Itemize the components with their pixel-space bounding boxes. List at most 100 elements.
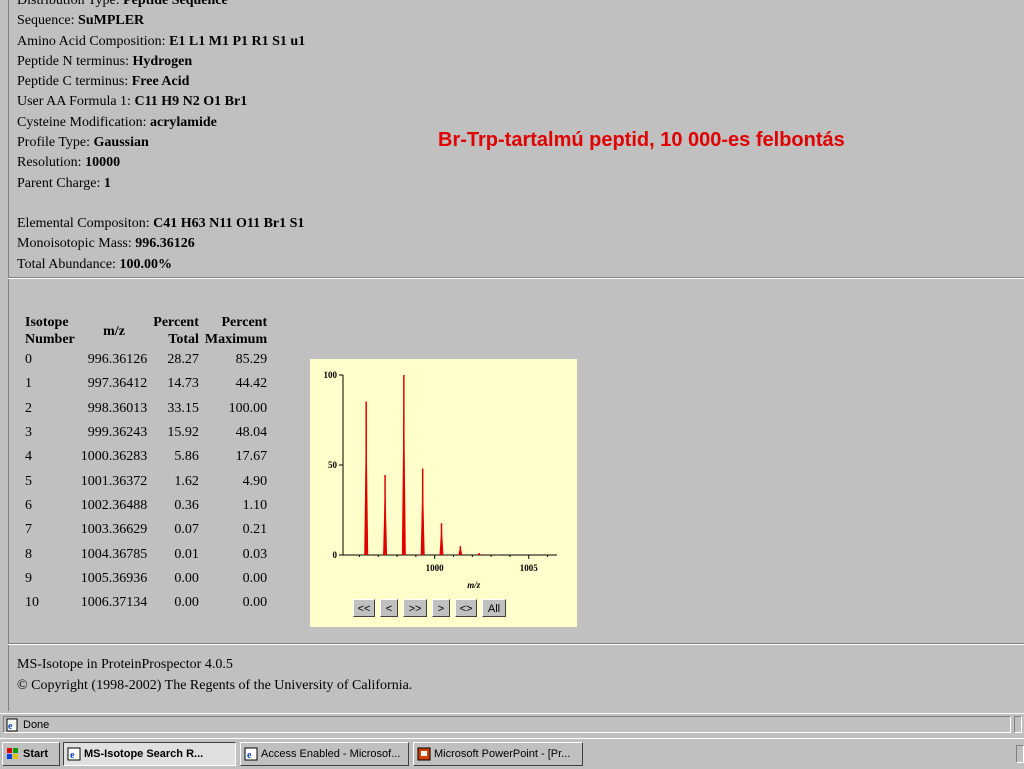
table-cell: 0.03: [202, 542, 270, 566]
table-cell: 1002.36488: [78, 494, 151, 518]
x-axis-label: m/z: [467, 580, 481, 590]
summary-value: 996.36126: [135, 236, 195, 251]
param-label: Profile Type:: [17, 135, 94, 150]
taskbar-button-label: MS-Isotope Search R...: [84, 748, 203, 760]
taskbar-button-label: Access Enabled - Microsof...: [261, 748, 400, 760]
start-button[interactable]: Start: [2, 742, 60, 766]
summary-value: 100.00%: [119, 257, 172, 272]
table-cell: 0.07: [150, 518, 202, 542]
table-row: 91005.369360.000.00: [22, 567, 270, 591]
param-label: Distribution Type:: [17, 0, 123, 8]
table-cell: 997.36412: [78, 372, 151, 396]
chart-nav-button[interactable]: >>: [403, 599, 427, 617]
table-cell: 28.27: [150, 348, 202, 372]
table-cell: 4: [22, 445, 78, 469]
page-done-icon: e: [6, 718, 20, 732]
param-line: Sequence: SuMPLER: [17, 11, 305, 31]
table-cell: 1.62: [150, 469, 202, 493]
chart-nav-buttons: <<<>>><>All: [353, 599, 506, 617]
param-value: Gaussian: [94, 135, 149, 150]
table-cell: 0.00: [202, 567, 270, 591]
param-value: 1: [104, 176, 111, 191]
isotope-chart: 05010010001005m/z <<<>>><>All: [310, 359, 577, 627]
param-line: Distribution Type: Peptide Sequence: [17, 0, 305, 11]
column-header-text: m/z: [103, 324, 125, 339]
table-row: 3999.3624315.9248.04: [22, 421, 270, 445]
param-line: Profile Type: Gaussian: [17, 133, 305, 153]
status-bar: e Done: [0, 713, 1024, 736]
column-header: PercentTotal: [150, 314, 202, 348]
chart-nav-button[interactable]: All: [482, 599, 506, 617]
table-row: 71003.366290.070.21: [22, 518, 270, 542]
status-panel-secondary: [1014, 716, 1022, 733]
table-cell: 6: [22, 494, 78, 518]
table-cell: 1000.36283: [78, 445, 151, 469]
table-cell: 998.36013: [78, 397, 151, 421]
x-tick-label: 1005: [520, 563, 539, 573]
column-header-text: Percent: [153, 315, 199, 330]
table-cell: 1.10: [202, 494, 270, 518]
taskbar-button[interactable]: Microsoft PowerPoint - [Pr...: [413, 742, 583, 766]
param-label: Peptide N terminus:: [17, 54, 133, 69]
parameter-list: Distribution Type: Peptide SequenceSeque…: [17, 0, 305, 275]
table-cell: 0.00: [202, 591, 270, 615]
table-row: 101006.371340.000.00: [22, 591, 270, 615]
param-line: Amino Acid Composition: E1 L1 M1 P1 R1 S…: [17, 32, 305, 52]
horizontal-rule: [8, 643, 1024, 645]
param-value: SuMPLER: [78, 13, 144, 28]
table-cell: 5: [22, 469, 78, 493]
param-line: Parent Charge: 1: [17, 174, 305, 194]
start-label: Start: [23, 748, 48, 760]
chart-svg: 05010010001005m/z: [310, 359, 577, 627]
table-row: 81004.367850.010.03: [22, 542, 270, 566]
taskbar-button[interactable]: e Access Enabled - Microsof...: [240, 742, 409, 766]
chart-nav-button[interactable]: >: [432, 599, 450, 617]
summary-label: Total Abundance:: [17, 257, 119, 272]
table-cell: 15.92: [150, 421, 202, 445]
param-label: Sequence:: [17, 13, 78, 28]
column-header-text: Isotope: [25, 315, 69, 330]
taskbar: Start e MS-Isotope Search R... e Access Ena…: [0, 738, 1024, 769]
param-value: Peptide Sequence: [123, 0, 228, 8]
table-cell: 85.29: [202, 348, 270, 372]
table-cell: 1: [22, 372, 78, 396]
taskbar-button[interactable]: e MS-Isotope Search R...: [63, 742, 236, 766]
chart-nav-button[interactable]: <<: [353, 599, 375, 617]
column-header-text: Percent: [222, 315, 268, 330]
left-frame-border: [0, 0, 9, 711]
param-label: Amino Acid Composition:: [17, 34, 169, 49]
svg-text:e: e: [247, 750, 252, 761]
table-cell: 8: [22, 542, 78, 566]
x-tick-label: 1000: [426, 563, 445, 573]
summary-label: Elemental Compositon:: [17, 216, 153, 231]
param-label: Parent Charge:: [17, 176, 104, 191]
table-cell: 0.21: [202, 518, 270, 542]
table-cell: 4.90: [202, 469, 270, 493]
table-cell: 0.00: [150, 591, 202, 615]
table-cell: 44.42: [202, 372, 270, 396]
chart-nav-button[interactable]: <: [380, 599, 398, 617]
param-value: C11 H9 N2 O1 Br1: [134, 94, 247, 109]
status-panel: e Done: [3, 716, 1011, 733]
summary-label: Monoisotopic Mass:: [17, 236, 135, 251]
table-cell: 100.00: [202, 397, 270, 421]
footer-copyright: © Copyright (1998-2002) The Regents of t…: [17, 675, 412, 696]
param-line: User AA Formula 1: C11 H9 N2 O1 Br1: [17, 92, 305, 112]
svg-text:e: e: [70, 750, 75, 761]
param-line: Peptide N terminus: Hydrogen: [17, 52, 305, 72]
summary-line: Monoisotopic Mass: 996.36126: [17, 234, 305, 254]
column-header: m/z: [78, 314, 151, 348]
svg-text:e: e: [8, 721, 13, 732]
windows-logo-icon: [6, 747, 20, 761]
powerpoint-icon: [417, 747, 431, 761]
table-cell: 0.36: [150, 494, 202, 518]
table-cell: 996.36126: [78, 348, 151, 372]
table-cell: 1003.36629: [78, 518, 151, 542]
param-line: Peptide C terminus: Free Acid: [17, 72, 305, 92]
table-cell: 14.73: [150, 372, 202, 396]
chart-nav-button[interactable]: <>: [455, 599, 477, 617]
param-value: Free Acid: [132, 74, 190, 89]
param-label: Cysteine Modification:: [17, 115, 150, 130]
table-cell: 0.00: [150, 567, 202, 591]
param-label: User AA Formula 1:: [17, 94, 134, 109]
